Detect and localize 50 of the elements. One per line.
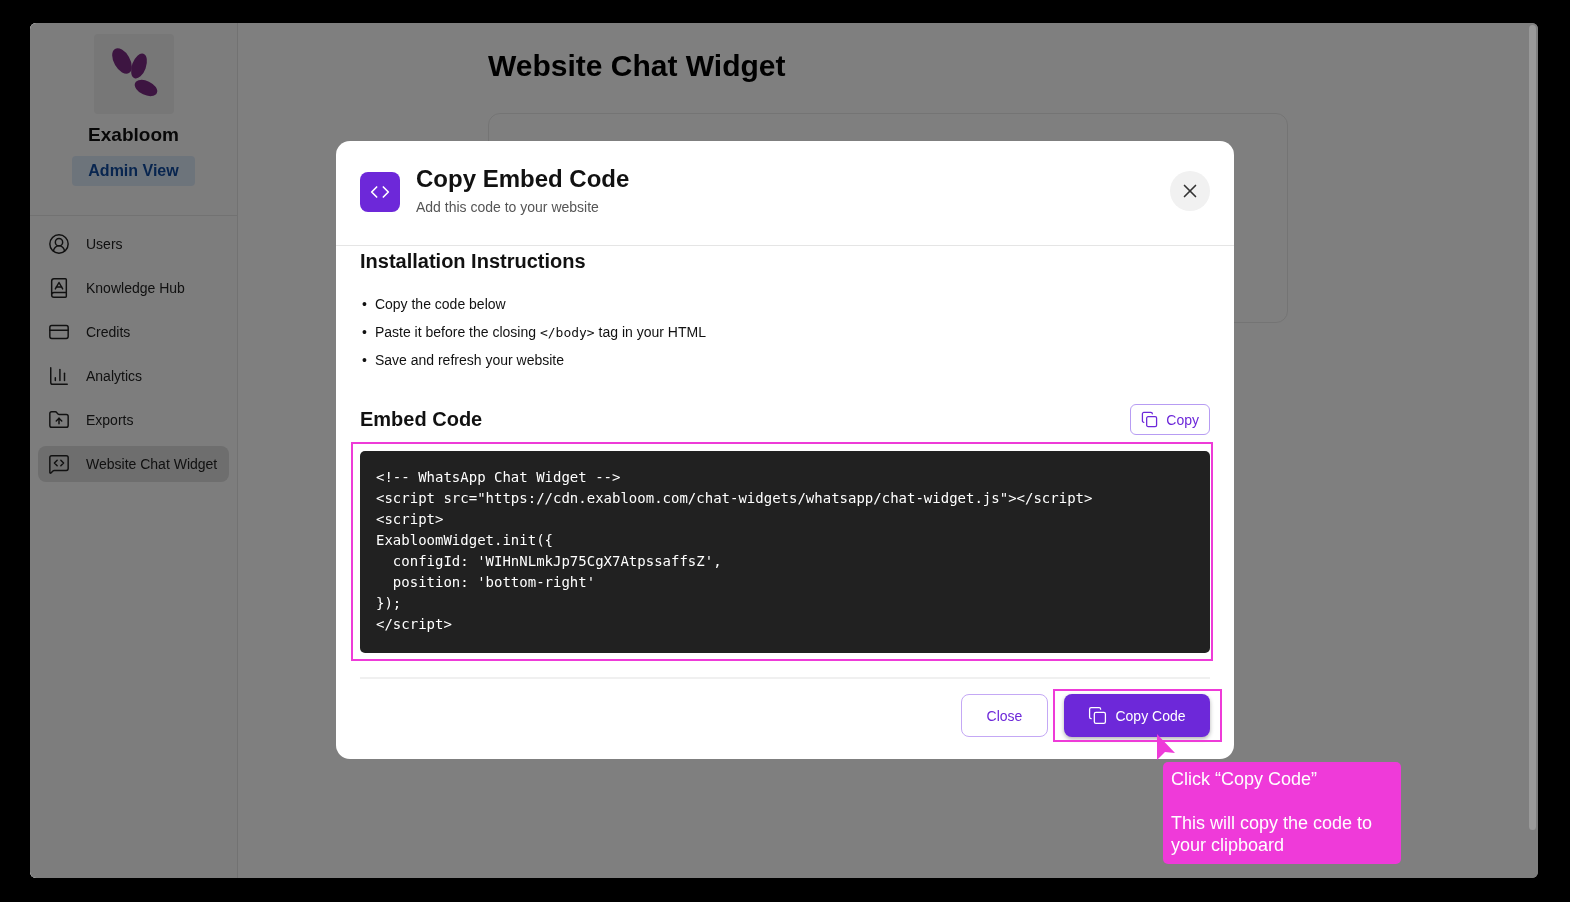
sidebar-item-label: Users: [86, 236, 123, 252]
logo-icon: [93, 34, 174, 114]
book-icon: [48, 277, 70, 299]
folder-upload-icon: [48, 409, 70, 431]
sidebar-item[interactable]: Exports: [38, 402, 229, 438]
code-line: </script>: [376, 615, 453, 634]
instruction-step: Copy the code below: [374, 295, 506, 314]
modal-title: Copy Embed Code: [416, 165, 631, 193]
code-line: });: [376, 594, 403, 613]
sidebar-item-label: Website Chat Widget: [86, 456, 218, 472]
admin-view-badge: Admin View: [72, 156, 195, 186]
sidebar-item-label: Exports: [86, 412, 134, 428]
instruction-step: Paste it before the closing </body> tag in your HTML: [374, 323, 706, 342]
tooltip-text: This will copy the code to your clipboard: [1171, 812, 1374, 856]
copy-icon: [1141, 411, 1159, 428]
scrollbar[interactable]: [1529, 25, 1536, 830]
copy-code-button[interactable]: Copy Code: [1064, 694, 1210, 737]
cursor-icon: [1155, 733, 1177, 761]
sidebar-item-label: Credits: [86, 324, 131, 340]
modal-subtitle: Add this code to your website: [416, 199, 600, 215]
bullet: •: [362, 351, 367, 370]
close-button[interactable]: Close: [961, 694, 1048, 737]
bullet: •: [362, 323, 367, 342]
page-title: Website Chat Widget: [488, 49, 787, 83]
user-icon: [48, 233, 70, 255]
sidebar-item[interactable]: Credits: [38, 314, 229, 350]
sidebar-item[interactable]: Website Chat Widget: [38, 446, 229, 482]
code-line: ExabloomWidget.init({: [376, 531, 554, 550]
section-title: Installation Instructions: [360, 250, 587, 273]
code-icon: [360, 172, 400, 212]
instruction-step: Save and refresh your website: [374, 351, 564, 370]
tooltip-text: Click “Copy Code”: [1171, 768, 1319, 790]
code-line: <script>: [376, 510, 445, 529]
bullet: •: [362, 295, 367, 314]
copy-icon: [1088, 706, 1108, 725]
sidebar-item[interactable]: Users: [38, 226, 229, 262]
close-button[interactable]: [1170, 171, 1210, 211]
sidebar-item[interactable]: Knowledge Hub: [38, 270, 229, 306]
chat-code-icon: [48, 453, 70, 475]
bar-chart-icon: [48, 365, 70, 387]
code-line: <!-- WhatsApp Chat Widget -->: [376, 468, 622, 487]
copy-button[interactable]: Copy: [1130, 404, 1210, 435]
sidebar-item-label: Knowledge Hub: [86, 280, 185, 296]
section-title: Embed Code: [360, 408, 483, 431]
code-line: position: 'bottom-right': [391, 573, 597, 592]
code-line: <script src="https://cdn.exabloom.com/chat-widgets/whatsapp/chat-widget.js"></script>: [376, 489, 1094, 508]
sidebar-item-label: Analytics: [86, 368, 143, 384]
sidebar-item[interactable]: Analytics: [38, 358, 229, 394]
brand-name: Exabloom: [88, 124, 179, 146]
code-line: configId: 'WIHnNLmkJp75CgX7AtpssaffsZ',: [391, 552, 723, 571]
